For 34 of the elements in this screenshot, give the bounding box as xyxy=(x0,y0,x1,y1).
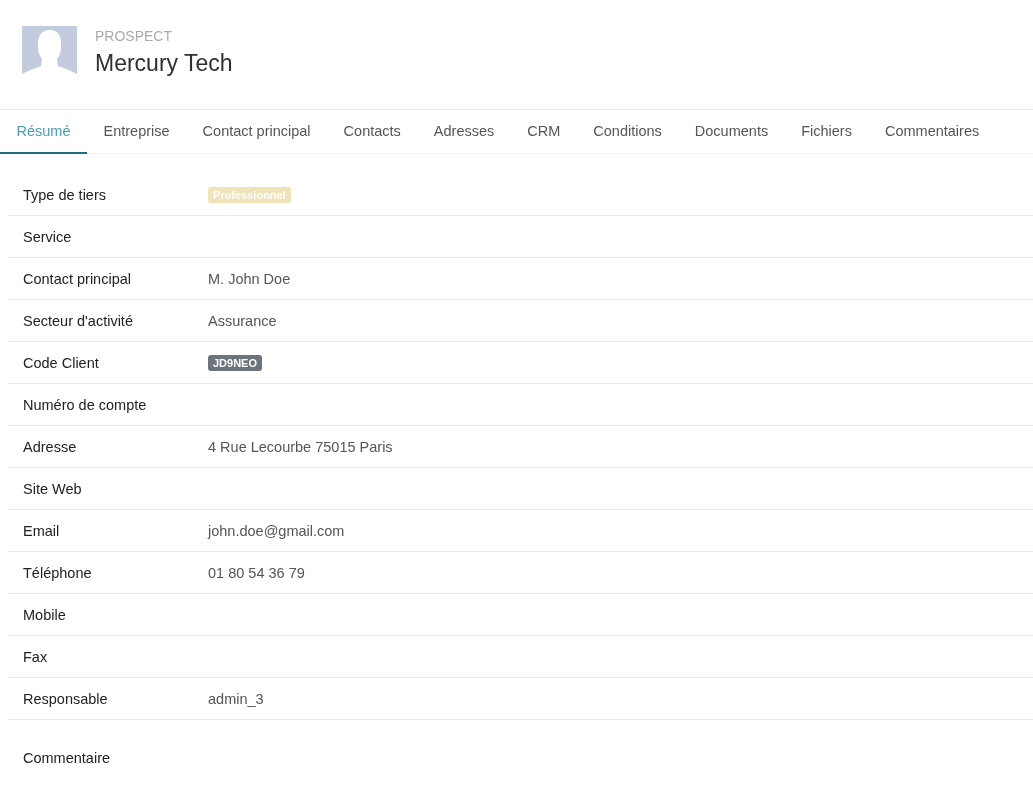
field-value: admin_3 xyxy=(208,690,264,707)
field-value: Assurance xyxy=(208,312,277,329)
tab[interactable]: Adresses xyxy=(417,110,511,154)
field-label: Contact principal xyxy=(22,270,132,287)
record-title: Mercury Tech xyxy=(95,50,233,77)
field-badge: JD9NEO xyxy=(208,354,263,371)
record-category: PROSPECT xyxy=(95,28,173,44)
field-label: Mobile xyxy=(22,606,67,623)
tab[interactable]: Fichiers xyxy=(784,110,869,154)
avatar-silhouette-icon xyxy=(22,26,77,79)
field-label: Fax xyxy=(22,648,49,665)
field-label: Téléphone xyxy=(22,564,93,581)
field-badge: Professionnel xyxy=(208,186,291,203)
field-label: Type de tiers xyxy=(22,186,107,203)
field-label: Secteur d'activité xyxy=(22,312,134,329)
tab[interactable]: Conditions xyxy=(576,110,679,154)
tab[interactable]: CRM xyxy=(510,110,577,154)
tab[interactable]: Documents xyxy=(678,110,785,154)
tab[interactable]: Entreprise xyxy=(87,110,187,154)
field-label: Numéro de compte xyxy=(22,396,148,413)
field-label: Site Web xyxy=(22,480,83,497)
field-value: 01 80 54 36 79 xyxy=(208,564,305,581)
field-label: Responsable xyxy=(22,690,109,707)
field-value: 4 Rue Lecourbe 75015 Paris xyxy=(208,438,393,455)
tab[interactable]: Commentaires xyxy=(868,110,996,154)
field-label: Code Client xyxy=(22,354,100,371)
field-label: Commentaire xyxy=(22,750,112,766)
tab[interactable]: Contacts xyxy=(327,110,418,154)
field-label: Adresse xyxy=(22,438,78,455)
tab[interactable]: Contact principal xyxy=(186,110,328,154)
field-value: john.doe@gmail.com xyxy=(208,522,345,539)
field-value: M. John Doe xyxy=(208,270,291,287)
field-label: Service xyxy=(22,228,73,245)
field-label: Email xyxy=(22,522,61,539)
